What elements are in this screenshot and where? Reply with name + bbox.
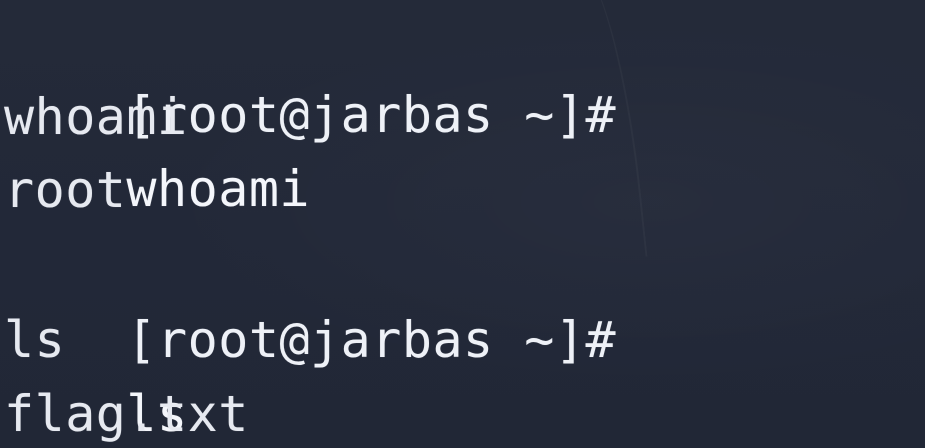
terminal-line-command: [root@jarbas ~]# ls bbox=[4, 229, 616, 443]
command-text: whoami bbox=[126, 160, 311, 218]
shell-prompt: [root@jarbas ~]# bbox=[126, 86, 617, 144]
terminal-output-line: whoami bbox=[4, 88, 188, 146]
shell-prompt: [root@jarbas ~]# bbox=[126, 311, 617, 369]
terminal-output-line: root bbox=[4, 161, 127, 219]
terminal-output-line: ls bbox=[4, 311, 66, 369]
terminal-output-line: flag.txt bbox=[4, 385, 249, 443]
terminal-window[interactable]: [root@jarbas ~]# whoami whoami root [roo… bbox=[0, 0, 925, 448]
terminal-line-command: [root@jarbas ~]# whoami bbox=[4, 4, 616, 218]
